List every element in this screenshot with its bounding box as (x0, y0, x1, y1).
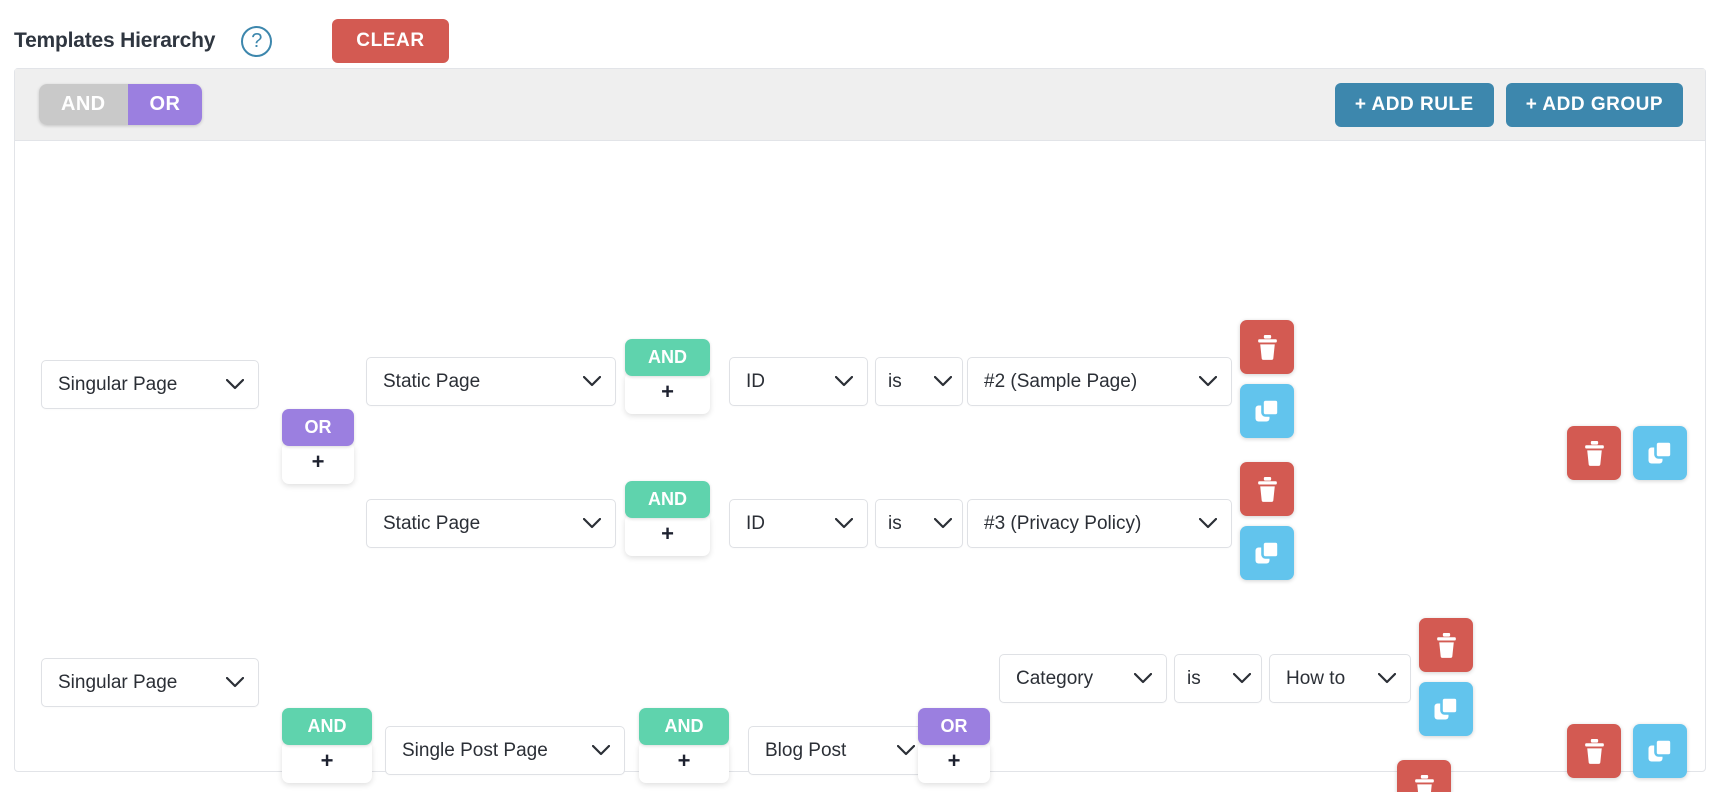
copy-icon (1648, 440, 1673, 464)
trash-icon (1257, 476, 1277, 502)
group1-rule1-type-value: Static Page (383, 370, 481, 392)
group1-rule1-delete-button[interactable] (1240, 320, 1294, 374)
group1-rule2-type-value: Static Page (383, 512, 481, 534)
copy-icon (1648, 738, 1673, 762)
group1-rule2-type-select[interactable]: Static Page (366, 499, 616, 548)
group2-rule1-operator-value: is (1187, 667, 1201, 689)
clear-button[interactable]: CLEAR (332, 19, 449, 63)
group2-third-type-value: Blog Post (765, 739, 847, 761)
trash-icon (1436, 632, 1456, 658)
group1-rule2-value-text: #3 (Privacy Policy) (984, 512, 1142, 534)
group2-third-type-select[interactable]: Blog Post (748, 726, 930, 775)
chevron-down-icon (226, 379, 244, 390)
chevron-down-icon (1199, 518, 1217, 529)
group2-rule1-value-select[interactable]: How to (1269, 654, 1411, 703)
chevron-down-icon (226, 677, 244, 688)
add-group-button[interactable]: + ADD GROUP (1505, 82, 1683, 127)
trash-icon (1257, 334, 1277, 360)
group2-rule2-delete-button[interactable] (1397, 760, 1451, 792)
group2-rule1-copy-button[interactable] (1419, 682, 1473, 736)
group1-rule1-value-text: #2 (Sample Page) (984, 370, 1138, 392)
group2-third-conjunction-stack: OR + (918, 708, 990, 783)
chevron-down-icon (897, 745, 915, 756)
copy-icon (1434, 696, 1459, 720)
group2-rule1-operator-select[interactable]: is (1174, 654, 1262, 703)
group1-rule2-field-select[interactable]: ID (729, 499, 868, 548)
chevron-down-icon (1199, 376, 1217, 387)
copy-icon (1255, 540, 1280, 564)
root-conjunction-and[interactable]: AND (39, 84, 128, 125)
group1-rule1-conjunction-chip[interactable]: AND (625, 339, 710, 376)
group1-rule1-field-value: ID (746, 370, 765, 392)
question-circle-icon[interactable]: ? (241, 25, 273, 57)
group1-rule2-conjunction-chip[interactable]: AND (625, 481, 710, 518)
group1-rule1-conjunction-stack: AND + (625, 339, 710, 414)
chevron-down-icon (934, 518, 952, 529)
group1-rule2-operator-select[interactable]: is (875, 499, 963, 548)
group1-root-conjunction-chip[interactable]: OR (282, 409, 354, 446)
chevron-down-icon (835, 376, 853, 387)
group2-rule1-value-text: How to (1286, 667, 1346, 689)
chevron-down-icon (1378, 673, 1396, 684)
group1-rule2-operator-value: is (888, 512, 902, 534)
group2-root-type-value: Singular Page (58, 671, 178, 693)
chevron-down-icon (583, 376, 601, 387)
group2-root-conjunction-stack: AND + (282, 708, 372, 783)
group1-rule1-operator-value: is (888, 370, 902, 392)
group2-root-type-select[interactable]: Singular Page (41, 658, 259, 707)
group2-copy-button[interactable] (1633, 724, 1687, 778)
chevron-down-icon (1134, 673, 1152, 684)
toolbar-actions: + ADD RULE + ADD GROUP (1334, 82, 1683, 127)
group1-rule2-value-select[interactable]: #3 (Privacy Policy) (967, 499, 1232, 548)
group2-third-conjunction-chip[interactable]: OR (918, 708, 990, 745)
root-conjunction-or[interactable]: OR (127, 84, 203, 125)
group2-third-add-button[interactable]: + (918, 741, 990, 783)
chevron-down-icon (835, 518, 853, 529)
group1-rule1-field-select[interactable]: ID (729, 357, 868, 406)
chevron-down-icon (583, 518, 601, 529)
group2-second-add-button[interactable]: + (639, 741, 729, 783)
group2-second-conjunction-stack: AND + (639, 708, 729, 783)
group2-second-type-value: Single Post Page (402, 739, 548, 761)
group2-root-conjunction-chip[interactable]: AND (282, 708, 372, 745)
group2-second-conjunction-chip[interactable]: AND (639, 708, 729, 745)
page-header: Templates Hierarchy ? CLEAR (0, 0, 1720, 68)
chevron-down-icon (1233, 673, 1251, 684)
trash-icon (1414, 774, 1434, 792)
root-conjunction-toggle[interactable]: AND OR (39, 84, 203, 125)
query-builder: AND OR + ADD RULE + ADD GROUP Singular P… (14, 68, 1706, 792)
group1-rule2-copy-button[interactable] (1240, 526, 1294, 580)
add-rule-button[interactable]: + ADD RULE (1334, 82, 1494, 127)
group1-rule1-copy-button[interactable] (1240, 384, 1294, 438)
group1-rule1-value-select[interactable]: #2 (Sample Page) (967, 357, 1232, 406)
chevron-down-icon (592, 745, 610, 756)
group1-rule1-type-select[interactable]: Static Page (366, 357, 616, 406)
group1-rule2-delete-button[interactable] (1240, 462, 1294, 516)
rules-area: Singular Page OR + Static Page AND + ID (15, 141, 1705, 792)
trash-icon (1584, 440, 1604, 466)
group1-root-type-select[interactable]: Singular Page (41, 360, 259, 409)
group1-root-type-value: Singular Page (58, 373, 178, 395)
group1-root-add-button[interactable]: + (282, 442, 354, 484)
group1-copy-button[interactable] (1633, 426, 1687, 480)
group1-root-conjunction-stack: OR + (282, 409, 354, 484)
group2-rule1-delete-button[interactable] (1419, 618, 1473, 672)
group1-delete-button[interactable] (1567, 426, 1621, 480)
page-title: Templates Hierarchy (14, 29, 216, 52)
chevron-down-icon (934, 376, 952, 387)
copy-icon (1255, 398, 1280, 422)
group2-root-add-button[interactable]: + (282, 741, 372, 783)
group2-rule1-field-value: Category (1016, 667, 1094, 689)
group2-rule1-field-select[interactable]: Category (999, 654, 1167, 703)
group2-delete-button[interactable] (1567, 724, 1621, 778)
trash-icon (1584, 738, 1604, 764)
builder-toolbar: AND OR + ADD RULE + ADD GROUP (15, 69, 1705, 141)
group1-rule1-add-button[interactable]: + (625, 372, 710, 414)
group2-second-type-select[interactable]: Single Post Page (385, 726, 625, 775)
group1-rule1-operator-select[interactable]: is (875, 357, 963, 406)
group1-rule2-field-value: ID (746, 512, 765, 534)
group1-rule2-add-button[interactable]: + (625, 514, 710, 556)
group1-rule2-conjunction-stack: AND + (625, 481, 710, 556)
